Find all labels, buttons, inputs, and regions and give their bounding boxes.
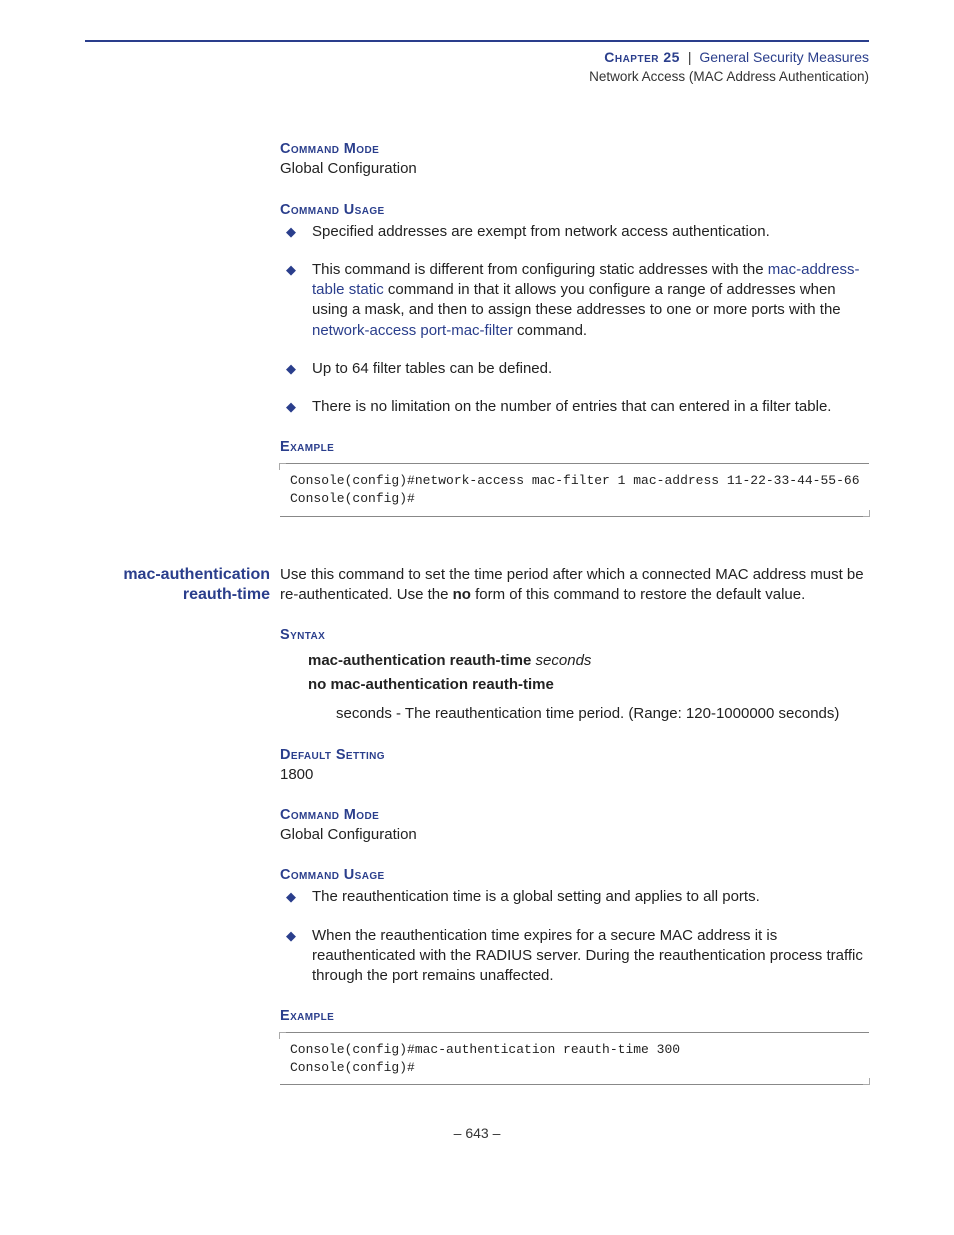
chapter-label: Chapter 25 xyxy=(604,49,680,65)
syntax-heading: Syntax xyxy=(280,627,869,643)
command-margin-title: mac-authentication reauth-time xyxy=(85,565,270,607)
command-section: mac-authentication reauth-time Use this … xyxy=(280,565,869,1086)
chapter-title: General Security Measures xyxy=(699,49,869,65)
intro-text: form of this command to restore the defa… xyxy=(471,586,805,603)
syntax-cmd: no mac-authentication reauth-time xyxy=(308,676,554,693)
example-heading: Example xyxy=(280,439,869,455)
command-mode-text: Global Configuration xyxy=(280,825,869,845)
margin-title-line1: mac-authentication xyxy=(123,566,270,583)
header-subtitle: Network Access (MAC Address Authenticati… xyxy=(85,68,869,87)
default-setting-text: 1800 xyxy=(280,765,869,785)
default-setting-heading: Default Setting xyxy=(280,747,869,763)
command-mode-heading: Command Mode xyxy=(280,807,869,823)
usage-item: When the reauthentication time expires f… xyxy=(280,926,869,987)
command-mode-heading: Command Mode xyxy=(280,141,869,157)
example-code-block: Console(config)#mac-authentication reaut… xyxy=(280,1032,869,1085)
usage-text: command in that it allows you configure … xyxy=(312,281,841,318)
usage-item: This command is different from configuri… xyxy=(280,260,869,341)
example-code-block: Console(config)#network-access mac-filte… xyxy=(280,463,869,516)
syntax-block: mac-authentication reauth-time seconds n… xyxy=(308,649,869,697)
header-line-1: Chapter 25 | General Security Measures xyxy=(85,48,869,68)
page-number: – 643 – xyxy=(454,1125,501,1141)
usage-item: The reauthentication time is a global se… xyxy=(280,887,869,907)
usage-item: There is no limitation on the number of … xyxy=(280,397,869,417)
usage-text: This command is different from configuri… xyxy=(312,261,768,278)
command-usage-heading: Command Usage xyxy=(280,202,869,218)
syntax-cmd: mac-authentication reauth-time xyxy=(308,652,531,669)
page-header: Chapter 25 | General Security Measures N… xyxy=(85,48,869,86)
syntax-line: mac-authentication reauth-time seconds xyxy=(308,649,869,673)
usage-list: Specified addresses are exempt from netw… xyxy=(280,222,869,418)
param-description: seconds - The reauthentication time peri… xyxy=(336,703,869,725)
margin-title-line2: reauth-time xyxy=(183,586,270,603)
syntax-param: seconds xyxy=(536,652,592,669)
param-name: seconds xyxy=(336,705,392,722)
intro-bold: no xyxy=(453,586,471,603)
header-separator: | xyxy=(684,49,696,65)
command-intro: Use this command to set the time period … xyxy=(280,565,869,606)
usage-item: Up to 64 filter tables can be defined. xyxy=(280,359,869,379)
content-column: Command Mode Global Configuration Comman… xyxy=(280,141,869,1085)
syntax-line: no mac-authentication reauth-time xyxy=(308,673,869,697)
command-usage-heading: Command Usage xyxy=(280,867,869,883)
param-text: - The reauthentication time period. (Ran… xyxy=(392,705,840,722)
header-rule xyxy=(85,40,869,42)
page-footer: – 643 – xyxy=(85,1125,869,1141)
usage-list: The reauthentication time is a global se… xyxy=(280,887,869,986)
command-mode-text: Global Configuration xyxy=(280,159,869,179)
usage-text: command. xyxy=(513,322,587,339)
document-page: Chapter 25 | General Security Measures N… xyxy=(0,0,954,1235)
example-heading: Example xyxy=(280,1008,869,1024)
usage-item: Specified addresses are exempt from netw… xyxy=(280,222,869,242)
link-network-access-port-mac-filter[interactable]: network-access port-mac-filter xyxy=(312,322,513,339)
